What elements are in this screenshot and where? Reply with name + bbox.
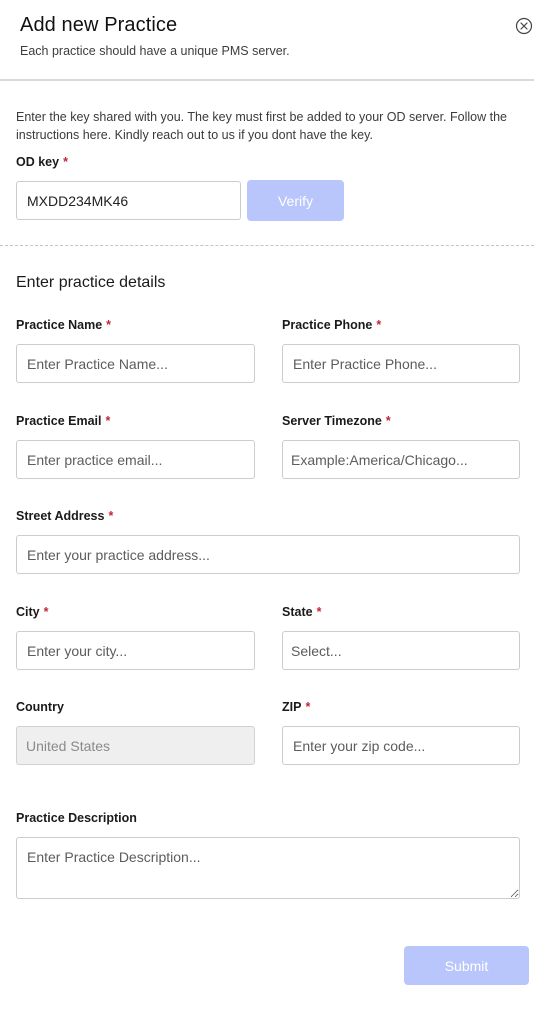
street-address-label: Street Address * [16, 509, 113, 523]
city-label-text: City [16, 605, 40, 619]
practice-email-input[interactable] [16, 440, 255, 479]
practice-phone-label: Practice Phone * [282, 318, 381, 332]
state-select[interactable]: Select... [282, 631, 520, 670]
submit-button[interactable]: Submit [404, 946, 529, 985]
required-marker: * [43, 605, 49, 619]
practice-phone-label-text: Practice Phone [282, 318, 373, 332]
practice-description-label-text: Practice Description [16, 811, 137, 825]
practice-email-label: Practice Email * [16, 414, 110, 428]
country-label-text: Country [16, 700, 64, 714]
required-marker: * [305, 700, 311, 714]
verify-button[interactable]: Verify [247, 180, 344, 221]
practice-description-textarea[interactable] [16, 837, 520, 899]
zip-input[interactable] [282, 726, 520, 765]
street-address-input[interactable] [16, 535, 520, 574]
od-key-label-text: OD key [16, 155, 60, 169]
practice-description-label: Practice Description [16, 811, 137, 825]
state-label: State * [282, 605, 321, 619]
zip-label: ZIP * [282, 700, 310, 714]
practice-name-input[interactable] [16, 344, 255, 383]
state-select-placeholder: Select... [291, 643, 342, 659]
required-marker: * [316, 605, 322, 619]
od-key-instructions: Enter the key shared with you. The key m… [16, 110, 507, 142]
country-label: Country [16, 700, 64, 714]
server-timezone-input[interactable] [282, 440, 520, 479]
close-icon[interactable] [515, 17, 533, 35]
required-marker: * [106, 318, 112, 332]
modal-header: Add new Practice Each practice should ha… [0, 0, 534, 81]
required-marker: * [385, 414, 391, 428]
zip-label-text: ZIP [282, 700, 302, 714]
country-input [16, 726, 255, 765]
state-label-text: State [282, 605, 313, 619]
od-key-label: OD key * [16, 155, 68, 169]
required-marker: * [108, 509, 114, 523]
server-timezone-label-text: Server Timezone [282, 414, 382, 428]
practice-name-label-text: Practice Name [16, 318, 103, 332]
required-marker: * [376, 318, 382, 332]
street-address-label-text: Street Address [16, 509, 105, 523]
od-key-input[interactable] [16, 181, 241, 220]
city-input[interactable] [16, 631, 255, 670]
section-divider [0, 245, 534, 246]
modal-subtitle: Each practice should have a unique PMS s… [20, 44, 290, 58]
practice-name-label: Practice Name * [16, 318, 111, 332]
practice-phone-input[interactable] [282, 344, 520, 383]
practice-details-heading: Enter practice details [16, 274, 166, 291]
required-marker: * [105, 414, 111, 428]
city-label: City * [16, 605, 49, 619]
required-marker: * [63, 155, 68, 169]
server-timezone-label: Server Timezone * [282, 414, 391, 428]
practice-email-label-text: Practice Email [16, 414, 102, 428]
modal-title: Add new Practice [20, 14, 178, 36]
